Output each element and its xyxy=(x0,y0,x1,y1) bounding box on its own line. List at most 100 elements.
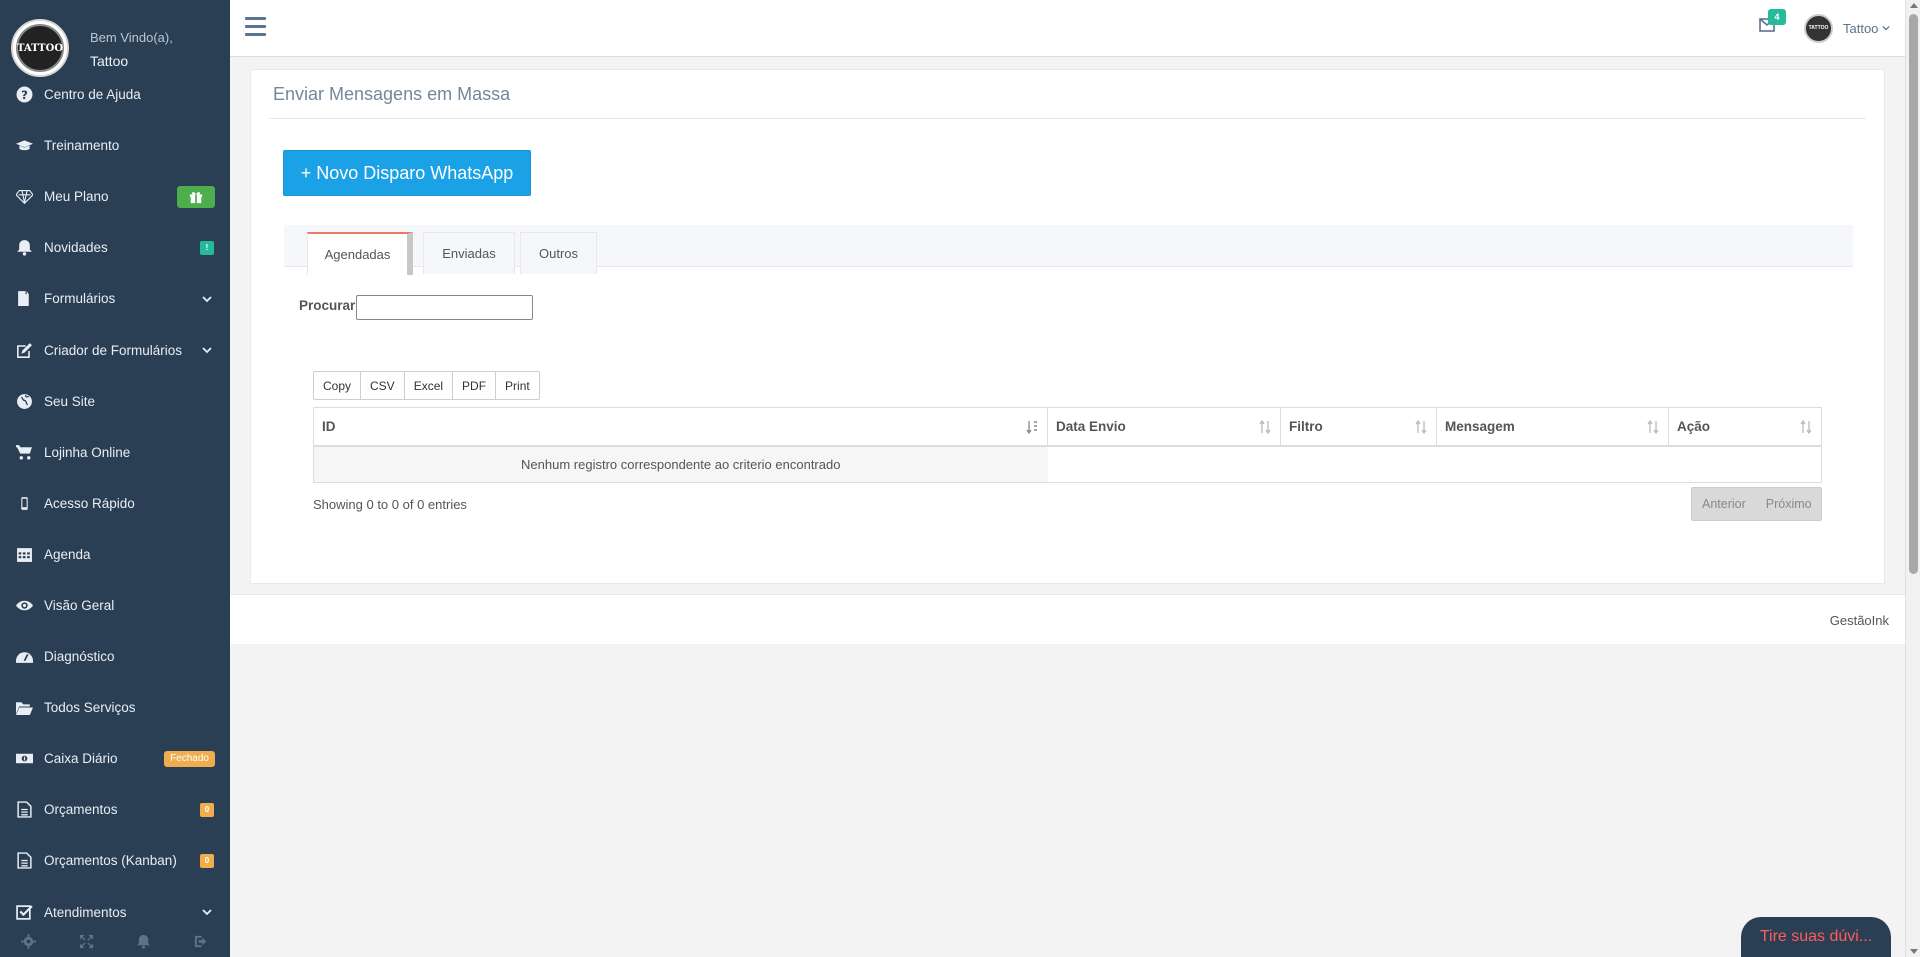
mobile-icon xyxy=(14,493,34,513)
sidebar-item-agenda[interactable]: Agenda xyxy=(0,529,230,580)
column-label: Mensagem xyxy=(1445,418,1515,434)
column-header-id[interactable]: ID xyxy=(313,407,1048,447)
sidebar-nav: ? Centro de Ajuda Treinamento Meu Plano … xyxy=(0,69,230,938)
tab-outros[interactable]: Outros xyxy=(520,232,597,274)
bell-icon xyxy=(137,934,151,949)
column-header-filtro[interactable]: Filtro xyxy=(1280,407,1437,447)
empty-cell xyxy=(1048,446,1822,483)
main-panel: Enviar Mensagens em Massa + Novo Disparo… xyxy=(250,69,1885,584)
copy-button[interactable]: Copy xyxy=(313,371,362,400)
sidebar-item-lojinha-online[interactable]: Lojinha Online xyxy=(0,427,230,478)
scroll-up-icon[interactable] xyxy=(1910,3,1918,8)
column-header-acao[interactable]: Ação xyxy=(1668,407,1822,447)
messages-count-badge: 4 xyxy=(1768,9,1786,25)
welcome-text: Bem Vindo(a), xyxy=(90,30,173,45)
sidebar-item-caixa-diario[interactable]: Caixa Diário Fechado xyxy=(0,733,230,784)
sidebar-item-seu-site[interactable]: Seu Site xyxy=(0,376,230,427)
sidebar-item-label: Seu Site xyxy=(44,393,96,409)
sidebar-item-label: Meu Plano xyxy=(44,189,109,205)
search-label: Procurar xyxy=(299,298,356,313)
search-input[interactable] xyxy=(356,295,533,320)
column-label: Filtro xyxy=(1289,418,1323,434)
sidebar-item-label: Todos Serviços xyxy=(44,700,136,716)
csv-button[interactable]: CSV xyxy=(360,371,405,400)
chevron-down-icon xyxy=(202,296,212,303)
column-header-mensagem[interactable]: Mensagem xyxy=(1436,407,1669,447)
column-label: ID xyxy=(322,418,336,434)
sort-icon xyxy=(1415,420,1427,434)
sidebar-item-label: Caixa Diário xyxy=(44,751,118,767)
sort-asc-icon xyxy=(1026,421,1037,434)
novidades-badge: ! xyxy=(200,240,214,255)
new-whatsapp-dispatch-button[interactable]: + Novo Disparo WhatsApp xyxy=(283,150,531,196)
svg-text:?: ? xyxy=(21,88,28,102)
cart-icon xyxy=(14,442,34,462)
fullscreen-icon xyxy=(79,934,93,948)
fullscreen-button[interactable] xyxy=(58,925,116,957)
chevron-down-icon xyxy=(202,909,212,916)
sidebar-item-treinamento[interactable]: Treinamento xyxy=(0,120,230,171)
sidebar-item-diagnostico[interactable]: Diagnóstico xyxy=(0,631,230,682)
bell-icon xyxy=(14,238,34,258)
sort-icon xyxy=(1259,420,1271,434)
sidebar-item-todos-servicos[interactable]: Todos Serviços xyxy=(0,682,230,733)
sidebar-item-label: Treinamento xyxy=(44,138,120,154)
next-page-button[interactable]: Próximo xyxy=(1756,497,1822,511)
sidebar-item-orcamentos[interactable]: Orçamentos 0 xyxy=(0,784,230,835)
sidebar-item-label: Novidades xyxy=(44,240,108,256)
eye-icon xyxy=(14,595,34,615)
gift-badge xyxy=(177,185,215,208)
sidebar-item-orcamentos-kanban[interactable]: Orçamentos (Kanban) 0 xyxy=(0,835,230,886)
scrollbar-thumb[interactable] xyxy=(1909,14,1918,574)
tab-enviadas[interactable]: Enviadas xyxy=(423,232,515,274)
sidebar-item-visao-geral[interactable]: Visão Geral xyxy=(0,580,230,631)
excel-button[interactable]: Excel xyxy=(403,371,454,400)
orcamentos-count-badge: 0 xyxy=(200,802,214,817)
sidebar-footer xyxy=(0,925,230,957)
sidebar-item-acesso-rapido[interactable]: Acesso Rápido xyxy=(0,478,230,529)
lock-button[interactable] xyxy=(115,925,173,957)
logout-button[interactable] xyxy=(173,925,231,957)
logout-icon xyxy=(194,935,206,947)
previous-page-button[interactable]: Anterior xyxy=(1692,497,1756,511)
sort-icon xyxy=(1800,420,1812,434)
sidebar-item-label: Atendimentos xyxy=(44,904,127,920)
sidebar-item-centro-de-ajuda[interactable]: ? Centro de Ajuda xyxy=(0,69,230,120)
user-dropdown[interactable]: TATTOO Tattoo xyxy=(1804,13,1891,43)
print-button[interactable]: Print xyxy=(495,371,540,400)
table-info: Showing 0 to 0 of 0 entries xyxy=(313,497,467,512)
page-title: Enviar Mensagens em Massa xyxy=(273,84,511,104)
sidebar-item-label: Visão Geral xyxy=(44,597,115,613)
gift-icon xyxy=(189,191,203,203)
pdf-button[interactable]: PDF xyxy=(452,371,497,400)
sidebar-item-label: Orçamentos (Kanban) xyxy=(44,853,177,869)
dashboard-icon xyxy=(14,647,34,667)
sidebar-item-criador-de-formularios[interactable]: Criador de Formulários xyxy=(0,324,230,375)
tab-agendadas[interactable]: Agendadas xyxy=(307,232,413,275)
column-header-data-envio[interactable]: Data Envio xyxy=(1047,407,1281,447)
sidebar-item-label: Agenda xyxy=(44,546,91,562)
logo-text: TATTOO xyxy=(16,24,64,72)
sidebar-item-formularios[interactable]: Formulários xyxy=(0,273,230,324)
folder-open-icon xyxy=(14,698,34,718)
chevron-down-icon xyxy=(1882,25,1891,31)
tabs-bar: Agendadas Enviadas Outros xyxy=(284,225,1853,275)
settings-button[interactable] xyxy=(0,925,58,957)
question-circle-icon: ? xyxy=(14,85,34,105)
sidebar-item-label: Acesso Rápido xyxy=(44,495,135,511)
empty-table-message: Nenhum registro correspondente ao criter… xyxy=(313,445,1048,483)
money-icon xyxy=(14,749,34,769)
globe-icon xyxy=(14,391,34,411)
sidebar-item-meu-plano[interactable]: Meu Plano xyxy=(0,171,230,222)
kanban-count-badge: 0 xyxy=(200,853,214,868)
calendar-icon xyxy=(14,544,34,564)
avatar: TATTOO xyxy=(1804,13,1833,43)
scroll-down-icon[interactable] xyxy=(1910,949,1918,954)
sidebar-item-label: Criador de Formulários xyxy=(44,342,183,358)
profile-username: Tattoo xyxy=(90,53,129,69)
menu-toggle-icon[interactable] xyxy=(245,17,266,36)
chat-widget-button[interactable]: Tire suas dúvi... xyxy=(1741,917,1891,957)
sidebar-item-novidades[interactable]: Novidades ! xyxy=(0,222,230,273)
top-navbar: 4 TATTOO Tattoo xyxy=(230,0,1905,57)
page-scrollbar[interactable] xyxy=(1905,0,1920,957)
